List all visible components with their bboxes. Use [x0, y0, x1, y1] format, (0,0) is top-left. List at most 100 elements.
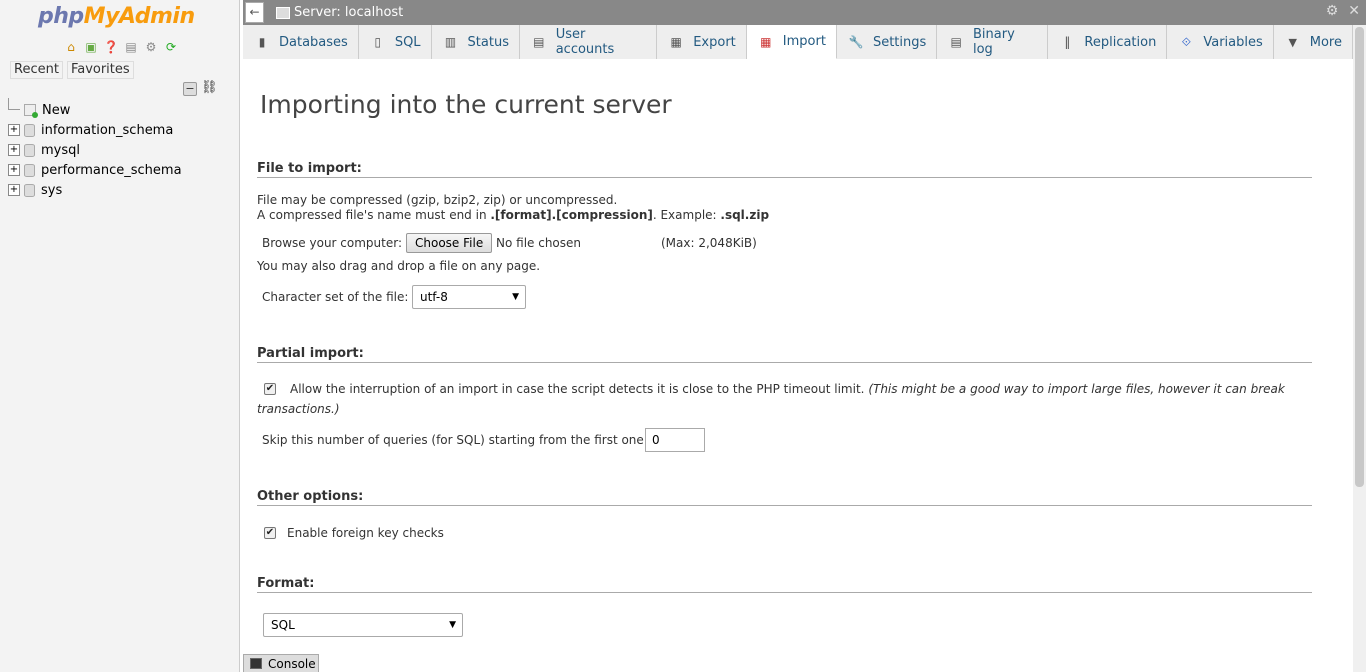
expand-icon[interactable]: +	[8, 124, 20, 136]
choose-file-button[interactable]: Choose File	[406, 233, 493, 253]
compression-format-note: A compressed file's name must end in .[f…	[257, 208, 769, 222]
tree-item-label[interactable]: sys	[41, 183, 62, 198]
chevron-down-icon: ▼	[512, 292, 519, 302]
exit-icon[interactable]: ▣	[83, 39, 99, 55]
variables-icon: ⟐	[1181, 34, 1192, 49]
tab-status[interactable]: ▥ Status	[431, 25, 520, 59]
tree-item-label[interactable]: New	[42, 103, 70, 118]
nav-icon-bar: ⌂ ▣ ❓ ▤ ⚙ ⟳	[63, 39, 179, 55]
tab-label: SQL	[394, 34, 421, 50]
tab-label: Binary log	[972, 27, 1015, 57]
charset-select[interactable]: utf-8 ▼	[412, 285, 526, 309]
tab-variables[interactable]: ⟐ Variables	[1167, 25, 1274, 59]
tab-sql[interactable]: ▯ SQL	[358, 25, 432, 59]
tab-label: More	[1309, 34, 1342, 50]
recent-favorites-tabs: Recent Favorites	[10, 61, 134, 79]
charset-label: Character set of the file:	[262, 290, 409, 304]
tree-line	[8, 98, 20, 110]
tab-databases[interactable]: ▮ Databases	[243, 25, 359, 59]
tab-binary-log[interactable]: ▤ Binary log	[937, 25, 1049, 59]
collapse-sidebar-button[interactable]: ←	[245, 2, 264, 23]
foreign-key-checks-checkbox[interactable]: ✔	[264, 527, 276, 539]
tree-item-new[interactable]: New	[8, 98, 228, 120]
tree-item-sys[interactable]: + sys	[8, 180, 228, 200]
tab-label: Export	[693, 34, 736, 50]
allow-interruption-checkbox[interactable]: ✔	[264, 383, 276, 395]
chevron-down-icon: ▼	[449, 620, 456, 630]
note-prefix: A compressed file's name must end in	[257, 208, 491, 222]
skip-queries-input[interactable]: 0	[645, 428, 705, 452]
tree-item-label[interactable]: mysql	[41, 143, 80, 158]
expand-icon[interactable]: +	[8, 164, 20, 176]
tab-more[interactable]: ▼ More	[1273, 25, 1353, 59]
tree-item-label[interactable]: performance_schema	[41, 163, 182, 178]
allow-interruption-label: Allow the interruption of an import in c…	[290, 382, 1285, 396]
allow-text: Allow the interruption of an import in c…	[290, 382, 865, 396]
sql-icon: ▯	[374, 35, 382, 49]
allow-note: (This might be a good way to import larg…	[868, 382, 1285, 396]
gear-icon[interactable]: ⚙	[1326, 3, 1339, 19]
home-icon[interactable]: ⌂	[63, 39, 79, 55]
tab-settings[interactable]: 🔧 Settings	[836, 25, 938, 59]
users-icon: ▤	[533, 35, 545, 49]
close-icon[interactable]: ✕	[1348, 3, 1360, 19]
scrollbar-thumb[interactable]	[1355, 27, 1364, 487]
settings-icon[interactable]: ⚙	[143, 39, 159, 55]
new-db-icon	[24, 104, 38, 118]
vertical-scrollbar[interactable]	[1353, 25, 1366, 672]
browse-label: Browse your computer:	[262, 236, 403, 250]
database-icon	[24, 123, 35, 137]
compression-note: File may be compressed (gzip, bzip2, zip…	[257, 193, 618, 207]
file-to-import-heading: File to import:	[257, 161, 1312, 178]
server-tabs: ▮ Databases ▯ SQL ▥ Status ▤ User accounts ▦…	[243, 25, 1353, 59]
console-icon	[250, 658, 262, 669]
expand-icon[interactable]: +	[8, 184, 20, 196]
server-icon	[276, 6, 290, 19]
format-value: SQL	[271, 618, 295, 632]
tree-item-label[interactable]: information_schema	[41, 123, 173, 138]
status-icon: ▥	[444, 35, 457, 49]
chevron-down-icon: ▼	[1288, 35, 1297, 49]
database-tree: New + information_schema + mysql + perfo…	[8, 98, 228, 200]
link-icon[interactable]: ⛓	[201, 81, 218, 96]
max-size-text: (Max: 2,048KiB)	[661, 236, 757, 250]
database-icon: ▮	[258, 35, 266, 49]
breadcrumb-server[interactable]: Server: localhost	[294, 5, 403, 20]
help-icon[interactable]: ❓	[103, 39, 119, 55]
tab-import[interactable]: ▦ Import	[746, 25, 837, 59]
docs-icon[interactable]: ▤	[123, 39, 139, 55]
database-icon	[24, 183, 35, 197]
binlog-icon: ▤	[950, 35, 962, 49]
tab-label: Databases	[279, 34, 348, 50]
collapse-all-icon[interactable]: −	[183, 82, 197, 96]
tab-replication[interactable]: ‖ Replication	[1048, 25, 1168, 59]
tree-item-information-schema[interactable]: + information_schema	[8, 120, 228, 140]
console-toggle[interactable]: Console	[243, 654, 319, 672]
tab-label: User accounts	[555, 27, 615, 57]
tab-label: Status	[467, 34, 509, 50]
reload-icon[interactable]: ⟳	[163, 39, 179, 55]
tab-label: Settings	[872, 34, 927, 50]
other-options-heading: Other options:	[257, 489, 1312, 506]
tab-user-accounts[interactable]: ▤ User accounts	[519, 25, 658, 59]
recent-tab[interactable]: Recent	[10, 61, 63, 79]
expand-icon[interactable]: +	[8, 144, 20, 156]
favorites-tab[interactable]: Favorites	[66, 61, 134, 79]
database-icon	[24, 143, 35, 157]
server-breadcrumb-bar: ← Server: localhost ⚙ ✕	[243, 0, 1366, 25]
tab-label: Replication	[1084, 34, 1157, 50]
partial-import-heading: Partial import:	[257, 346, 1312, 363]
topbar-tools: ⚙ ✕	[1326, 3, 1360, 19]
tree-tools: − ⛓	[183, 81, 218, 96]
format-select[interactable]: SQL ▼	[263, 613, 463, 637]
database-icon	[24, 163, 35, 177]
main-content: Importing into the current server File t…	[243, 59, 1353, 672]
tree-item-performance-schema[interactable]: + performance_schema	[8, 160, 228, 180]
phpmyadmin-logo[interactable]: phpMyAdmin	[38, 4, 195, 29]
note-example: .sql.zip	[720, 208, 770, 222]
skip-queries-label: Skip this number of queries (for SQL) st…	[262, 433, 648, 447]
tab-export[interactable]: ▦ Export	[657, 25, 747, 59]
allow-note-continued: transactions.)	[257, 402, 340, 416]
navigation-sidebar: phpMyAdmin ⌂ ▣ ❓ ▤ ⚙ ⟳ Recent Favorites …	[0, 0, 240, 672]
tree-item-mysql[interactable]: + mysql	[8, 140, 228, 160]
